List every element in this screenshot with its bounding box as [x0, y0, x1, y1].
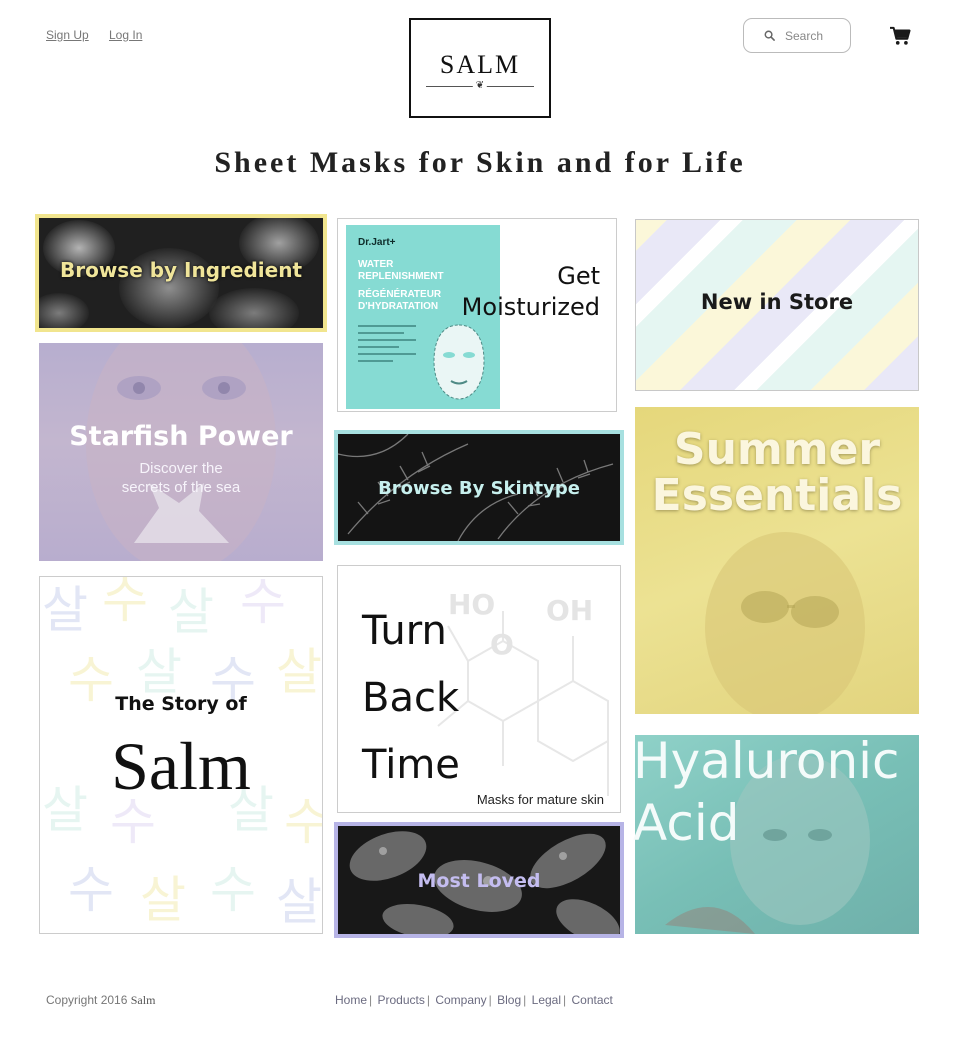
story-brand: Salm: [111, 728, 251, 804]
svg-text:수: 수: [240, 577, 286, 631]
package-subtitle: RÉGÉNÉRATEUR D'HYDRATATION: [358, 289, 442, 312]
footer-nav: Home | Products | Company | Blog | Legal | Co…: [335, 993, 613, 1007]
skintype-label: Browse By Skintype: [378, 478, 580, 499]
cart-icon[interactable]: [889, 26, 911, 46]
get-moisturized-tile[interactable]: Dr.Jart+ WATER REPLENISHMENT RÉGÉNÉRATEU…: [337, 218, 617, 412]
svg-text:살: 살: [168, 583, 214, 641]
footer-link-contact[interactable]: Contact: [571, 993, 612, 1007]
svg-text:살: 살: [42, 581, 88, 639]
footer-link-legal[interactable]: Legal: [532, 993, 561, 1007]
face-mask-icon: [433, 324, 485, 400]
package-fineprint: [358, 325, 416, 385]
footer-copyright: Copyright 2016 Salm: [46, 993, 156, 1007]
svg-text:수: 수: [210, 861, 256, 919]
turn-back-caption: Masks for mature skin: [476, 792, 604, 807]
most-loved-tile[interactable]: Most Loved: [334, 822, 624, 938]
svg-text:수: 수: [68, 861, 114, 919]
starfish-title: Starfish Power: [69, 421, 293, 452]
package-title: WATER REPLENISHMENT: [358, 259, 444, 282]
log-in-link[interactable]: Log In: [109, 28, 142, 42]
leaf-icon: ❦: [472, 79, 488, 92]
most-loved-label: Most Loved: [417, 870, 541, 892]
svg-text:살: 살: [140, 871, 186, 929]
new-in-store-label: New in Store: [700, 290, 854, 314]
footer-link-products[interactable]: Products: [377, 993, 424, 1007]
turn-back-label: Turn Back Time: [362, 608, 460, 788]
moisturized-label: Get Moisturized: [461, 262, 600, 321]
browse-by-skintype-tile[interactable]: Browse By Skintype: [334, 430, 624, 545]
ingredient-label: Browse by Ingredient: [59, 258, 303, 282]
page-title: Sheet Masks for Skin and for Life: [214, 146, 746, 179]
svg-text:수: 수: [102, 577, 148, 629]
footer-link-home[interactable]: Home: [335, 993, 367, 1007]
browse-by-ingredient-tile[interactable]: Browse by Ingredient: [35, 214, 327, 332]
svg-text:OH: OH: [546, 594, 593, 627]
site-logo[interactable]: SALM ❦: [409, 18, 551, 118]
summer-essentials-tile[interactable]: Summer Essentials: [635, 407, 919, 714]
package-brand: Dr.Jart+: [358, 237, 396, 248]
story-of-salm-tile[interactable]: 살수살수 수살수살 살수살수 수살수살 The Story of Salm: [39, 576, 323, 934]
starfish-power-tile[interactable]: Starfish Power Discover the secrets of t…: [39, 343, 323, 561]
logo-divider: ❦: [426, 79, 534, 92]
footer-link-company[interactable]: Company: [435, 993, 486, 1007]
svg-text:O: O: [490, 628, 514, 661]
starfish-background: [86, 343, 276, 561]
search-box[interactable]: [743, 18, 851, 53]
footer-link-blog[interactable]: Blog: [497, 993, 521, 1007]
search-icon: [764, 30, 775, 41]
svg-text:살: 살: [276, 873, 322, 931]
new-in-store-tile[interactable]: New in Store: [635, 219, 919, 391]
turn-back-time-tile[interactable]: HO OH O Turn Back Time Masks for mature …: [337, 565, 621, 813]
summer-label: Summer Essentials: [651, 424, 903, 521]
search-input[interactable]: [785, 28, 845, 43]
sign-up-link[interactable]: Sign Up: [46, 28, 89, 42]
story-label: The Story of: [115, 693, 247, 715]
logo-text: SALM: [439, 49, 521, 79]
hyaluronic-label: Hyaluronic Acid: [633, 732, 900, 852]
starfish-subtitle: Discover the secrets of the sea: [121, 460, 241, 496]
